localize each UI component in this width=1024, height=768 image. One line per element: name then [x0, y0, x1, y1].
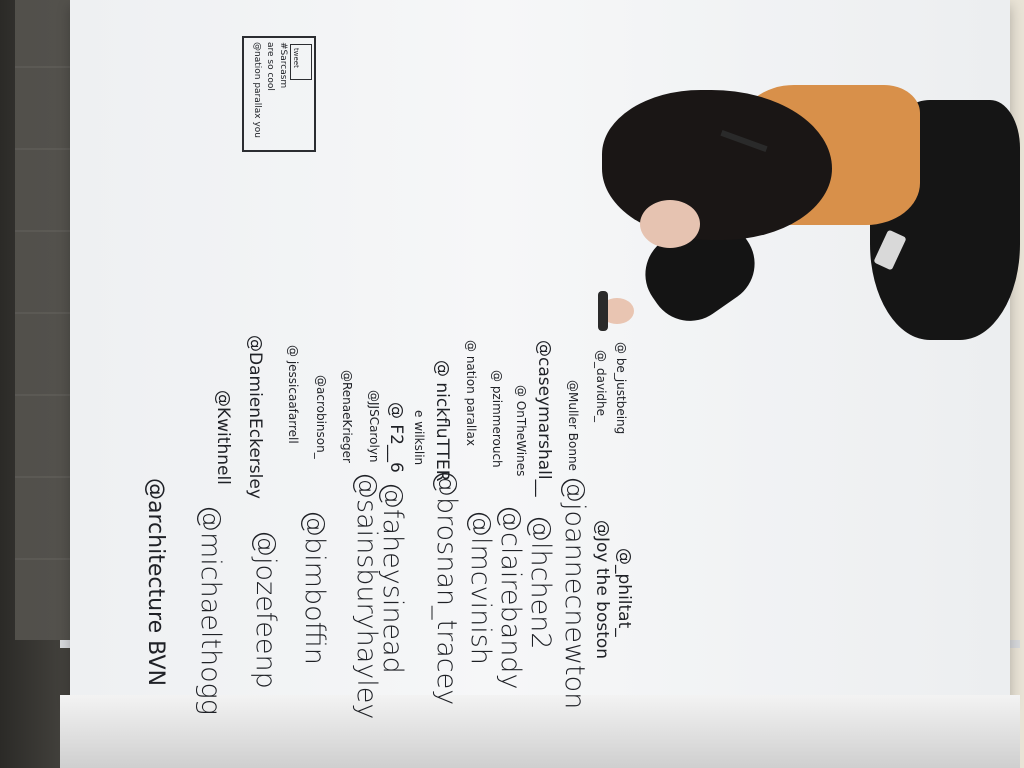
- handle-col1-3: @bimboffin: [299, 510, 330, 665]
- handle-col1-10: @joannecnewton: [559, 476, 590, 710]
- handle-col2-2: @DamienEckersley: [245, 335, 265, 499]
- handle-col1-11: @Joy the boston: [592, 520, 612, 660]
- handle-col1-7: @lmcvinish: [465, 510, 496, 665]
- handle-col2-8: e wilkslin: [412, 410, 426, 466]
- handle-col1-12: @_philtat_: [614, 548, 634, 637]
- handle-col2-14: @Muller Bonne: [566, 380, 580, 471]
- handle-col2-13: @caseymarshall__: [534, 340, 554, 497]
- handle-col1-6: @brosnan_tracey: [431, 470, 462, 706]
- handle-col2-5: @RenaeKrieger: [340, 370, 354, 463]
- drawn-tweet-line-1: @nation parallax you: [252, 42, 262, 139]
- board-heading: @architecture BVN: [143, 478, 168, 687]
- person-face: [640, 200, 700, 248]
- handle-col2-12: @ OnTheWines: [514, 385, 528, 477]
- handle-col2-15: @_davidhe_: [594, 350, 608, 423]
- handle-col2-10: @ nation parallax: [464, 340, 478, 446]
- handle-col2-4: @acrobinson_: [314, 375, 328, 459]
- drawn-tweet-line-3: #Sarcasm: [278, 42, 288, 89]
- handle-col2-1: @Kwithnell: [213, 390, 233, 485]
- handle-col2-9: @ nickfluTTER: [432, 360, 452, 482]
- handle-col1-8: @clairebandy: [495, 505, 526, 690]
- handle-col1-5: @faheysinead: [377, 482, 408, 674]
- handle-col2-7: @ F2__6: [386, 402, 406, 473]
- photo-scene: @architecture BVN @michaelthogg @jozefee…: [0, 0, 1024, 768]
- handle-col2-3: @ jessicaafarrell: [286, 345, 300, 444]
- handle-col1-9: @lhchen2: [525, 515, 556, 650]
- marker-pen: [598, 291, 608, 331]
- handle-col1-1: @michaelthogg: [195, 505, 226, 716]
- drawn-tweet-line-2: are so cool: [265, 42, 275, 91]
- drawn-tweet-button-label: tweet: [292, 48, 300, 68]
- handle-col2-16: @ be_justbeing: [614, 342, 628, 435]
- handle-col1-2: @jozefeenp: [250, 530, 281, 689]
- handle-col2-6: @JJSCarolyn: [367, 390, 381, 463]
- handle-col2-11: @ pzimmerouch: [490, 370, 504, 468]
